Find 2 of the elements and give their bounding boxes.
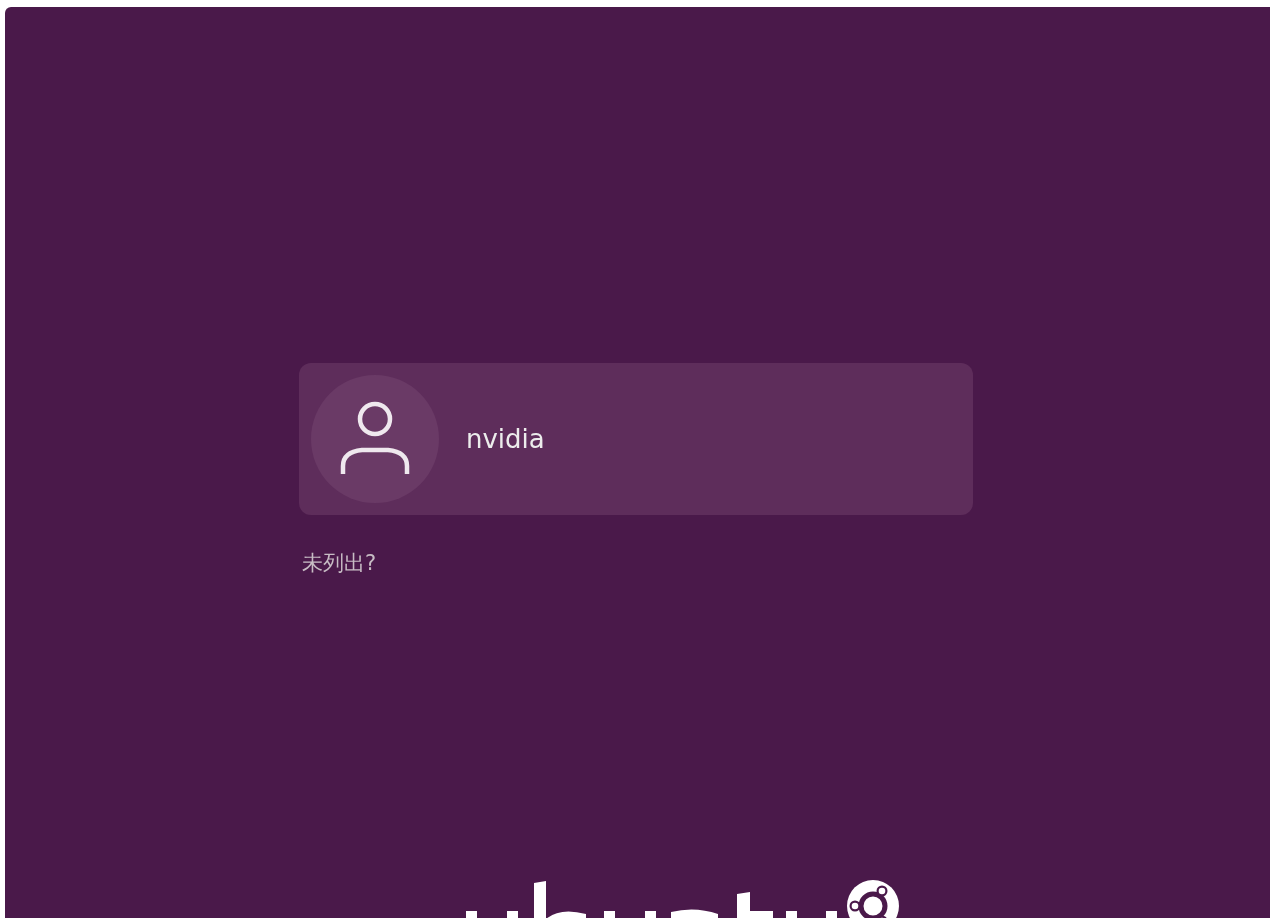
not-listed-link[interactable]: 未列出? <box>302 549 377 577</box>
user-card[interactable]: nvidia <box>299 363 973 515</box>
